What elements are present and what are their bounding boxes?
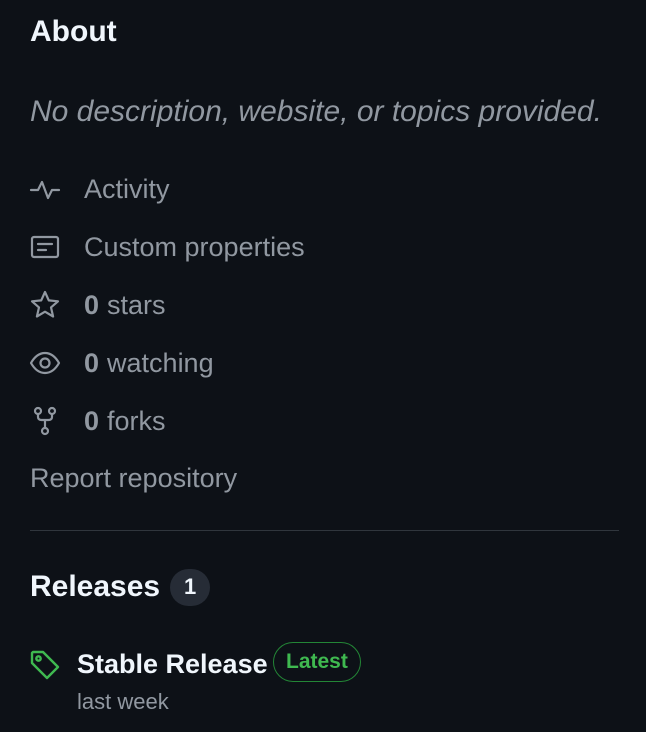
stars-count: 0 bbox=[84, 290, 100, 320]
pulse-icon bbox=[28, 172, 62, 206]
stars-label: stars bbox=[107, 290, 166, 320]
section-divider bbox=[30, 530, 619, 531]
releases-count-badge: 1 bbox=[170, 568, 211, 606]
stars-link[interactable]: 0 stars bbox=[28, 285, 166, 325]
forks-link[interactable]: 0 forks bbox=[28, 401, 166, 441]
report-repository-link[interactable]: Report repository bbox=[30, 458, 237, 498]
custom-properties-label: Custom properties bbox=[84, 232, 305, 262]
activity-link[interactable]: Activity bbox=[28, 169, 170, 209]
about-description: No description, website, or topics provi… bbox=[30, 95, 602, 128]
release-item: Stable Release Latest last week bbox=[28, 640, 628, 722]
tag-icon bbox=[28, 648, 62, 682]
forks-count: 0 bbox=[84, 406, 100, 436]
watching-link[interactable]: 0 watching bbox=[28, 343, 214, 383]
repo-forked-icon bbox=[28, 404, 62, 438]
forks-label: forks bbox=[107, 406, 166, 436]
release-name-link[interactable]: Stable Release bbox=[77, 646, 268, 682]
latest-badge: Latest bbox=[273, 642, 361, 682]
eye-icon bbox=[28, 346, 62, 380]
custom-properties-link[interactable]: Custom properties bbox=[28, 227, 305, 267]
activity-label: Activity bbox=[84, 174, 170, 204]
releases-heading: Releases bbox=[30, 570, 161, 603]
watching-count: 0 bbox=[84, 348, 100, 378]
watching-label: watching bbox=[107, 348, 214, 378]
about-heading: About bbox=[30, 15, 117, 48]
releases-heading-link[interactable]: Releases 1 bbox=[30, 567, 211, 607]
about-sidebar: About No description, website, or topics… bbox=[0, 0, 646, 732]
release-date: last week bbox=[77, 689, 169, 714]
star-icon bbox=[28, 288, 62, 322]
note-icon bbox=[28, 230, 62, 264]
